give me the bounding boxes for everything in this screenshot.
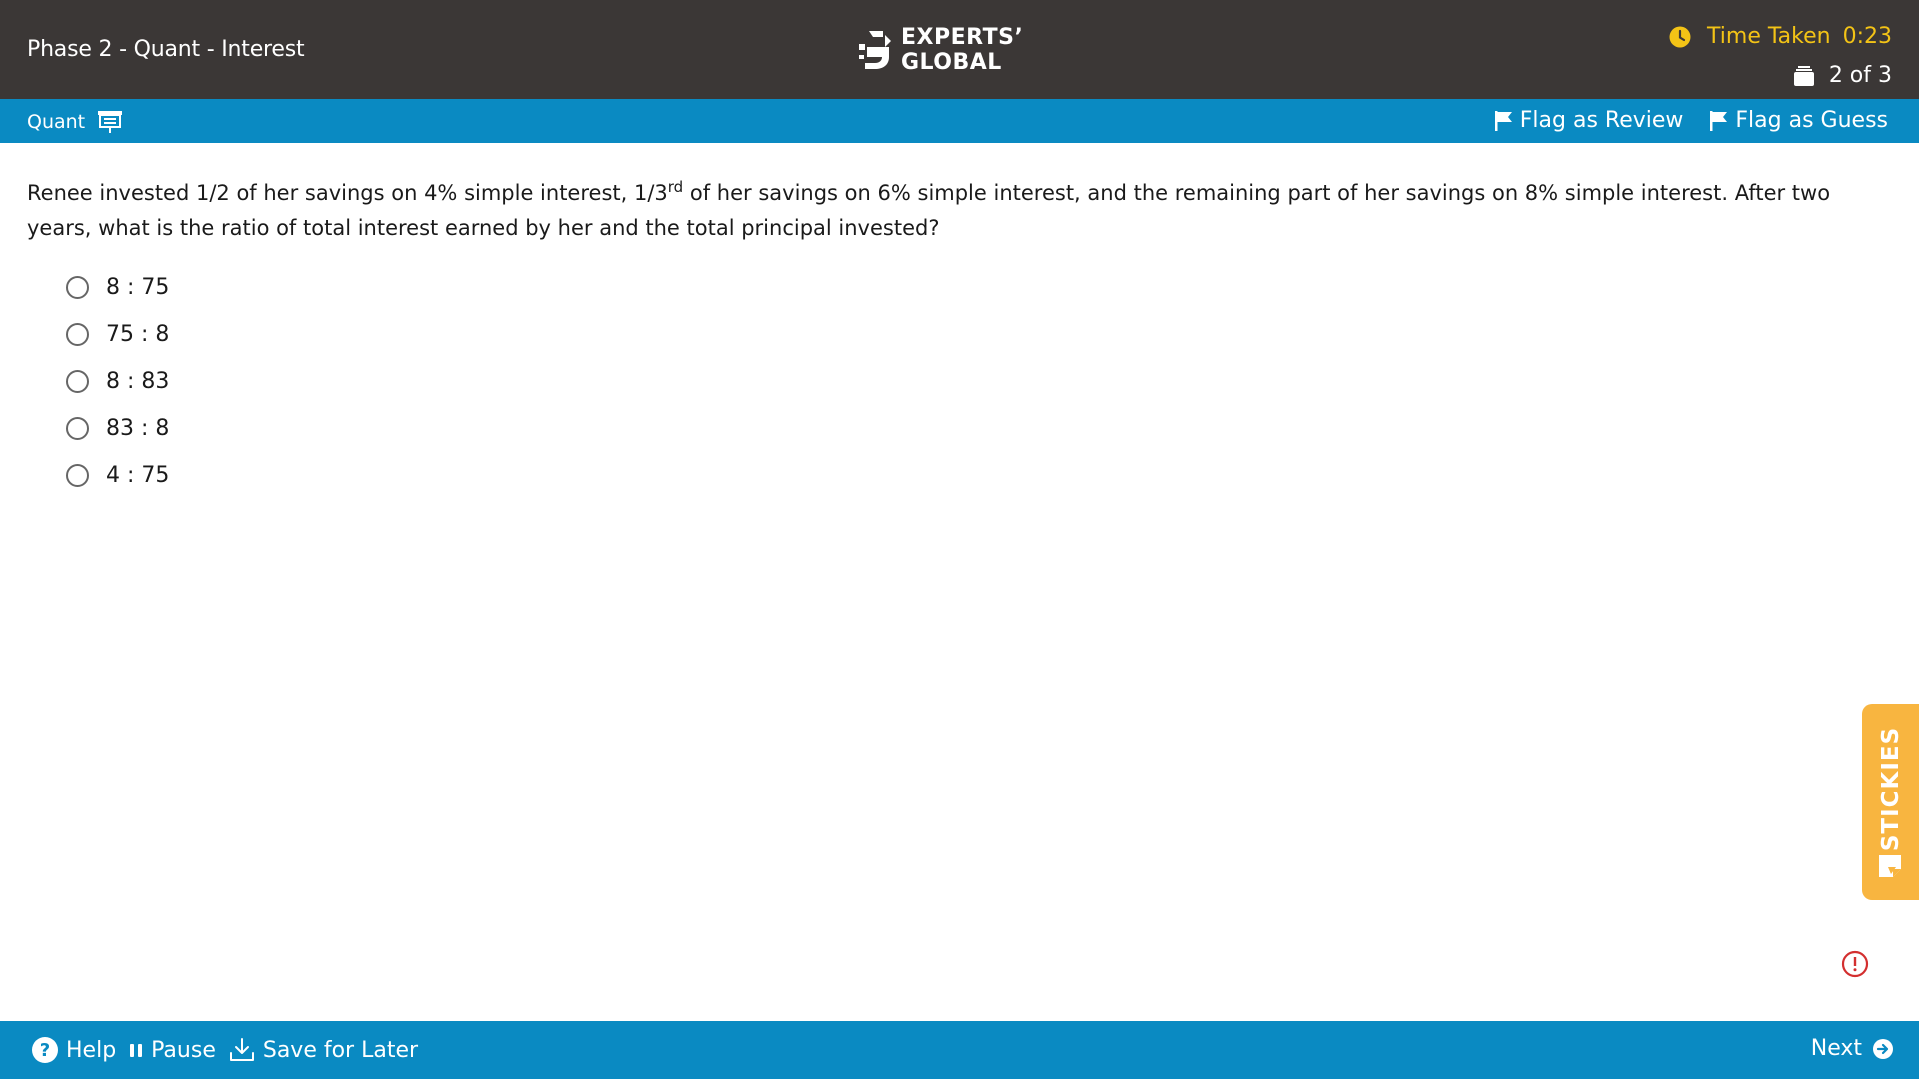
section-bar: Quant Flag as Review Flag as Guess — [0, 99, 1919, 143]
top-header: Phase 2 - Quant - Interest EXPERTS’ GLOB… — [0, 0, 1919, 99]
question-stack-icon — [1793, 65, 1814, 86]
flag-controls: Flag as Review Flag as Guess — [1468, 108, 1888, 133]
answer-option[interactable]: 75 : 8 — [66, 311, 169, 358]
stickies-tab[interactable]: STICKIES — [1862, 704, 1919, 900]
help-button[interactable]: ? Help — [31, 1036, 116, 1064]
pause-button[interactable]: Pause — [128, 1036, 216, 1064]
time-value: 0:23 — [1842, 24, 1892, 49]
save-label: Save for Later — [262, 1037, 419, 1063]
bottom-toolbar: ? Help Pause Save for Later Next — [0, 1021, 1919, 1079]
logo-line-1: EXPERTS’ — [901, 25, 1024, 50]
flag-guess-label: Flag as Guess — [1735, 108, 1888, 133]
pause-icon — [130, 1044, 143, 1057]
test-title: Phase 2 - Quant - Interest — [27, 37, 305, 62]
radio-button[interactable] — [66, 370, 89, 393]
logo-line-2: GLOBAL — [901, 50, 1002, 75]
section-label: Quant — [27, 111, 86, 133]
flag-icon — [1494, 110, 1512, 131]
logo-mark-icon — [859, 31, 891, 69]
answer-options: 8 : 75 75 : 8 8 : 83 83 : 8 4 : 75 — [66, 264, 169, 499]
question-counter: 2 of 3 — [1793, 63, 1892, 88]
radio-button[interactable] — [66, 276, 89, 299]
stickies-label-wrap: STICKIES — [1866, 724, 1916, 854]
experts-global-logo: EXPERTS’ GLOBAL — [855, 25, 1023, 75]
radio-button[interactable] — [66, 417, 89, 440]
next-button[interactable]: Next — [1811, 1036, 1894, 1061]
stickies-label: STICKIES — [1878, 726, 1905, 852]
option-label: 8 : 75 — [106, 275, 170, 300]
answer-option[interactable]: 4 : 75 — [66, 452, 169, 499]
option-label: 4 : 75 — [106, 463, 170, 488]
help-label: Help — [66, 1037, 117, 1063]
save-for-later-button[interactable]: Save for Later — [228, 1036, 418, 1064]
radio-button[interactable] — [66, 323, 89, 346]
section-indicator: Quant — [27, 110, 123, 134]
time-taken: Time Taken 0:23 — [1669, 24, 1892, 49]
flag-as-guess-button[interactable]: Flag as Guess — [1709, 108, 1888, 133]
presentation-icon[interactable] — [97, 110, 123, 134]
option-label: 8 : 83 — [106, 369, 170, 394]
flag-as-review-button[interactable]: Flag as Review — [1494, 108, 1684, 133]
help-icon: ? — [32, 1037, 58, 1063]
svg-text:?: ? — [40, 1040, 50, 1061]
alert-icon[interactable] — [1841, 950, 1869, 978]
download-icon — [229, 1038, 254, 1061]
time-label: Time Taken — [1707, 24, 1831, 49]
flag-review-label: Flag as Review — [1519, 108, 1684, 133]
radio-button[interactable] — [66, 464, 89, 487]
question-superscript: rd — [667, 178, 684, 196]
footer-left-controls: ? Help Pause Save for Later — [31, 1036, 430, 1064]
progress-text: 2 of 3 — [1828, 63, 1892, 88]
answer-option[interactable]: 83 : 8 — [66, 405, 169, 452]
next-label: Next — [1810, 1036, 1862, 1061]
answer-option[interactable]: 8 : 75 — [66, 264, 169, 311]
pause-label: Pause — [151, 1037, 216, 1063]
option-label: 75 : 8 — [106, 322, 170, 347]
next-arrow-icon — [1873, 1038, 1893, 1059]
sticky-note-icon — [1879, 855, 1901, 877]
logo-text: EXPERTS’ GLOBAL — [901, 25, 1023, 75]
flag-icon — [1710, 110, 1728, 131]
question-stem: Renee invested 1/2 of her savings on 4% … — [27, 176, 1877, 246]
question-text-part-1: Renee invested 1/2 of her savings on 4% … — [27, 181, 668, 205]
clock-icon — [1669, 26, 1691, 47]
answer-option[interactable]: 8 : 83 — [66, 358, 169, 405]
option-label: 83 : 8 — [106, 416, 170, 441]
